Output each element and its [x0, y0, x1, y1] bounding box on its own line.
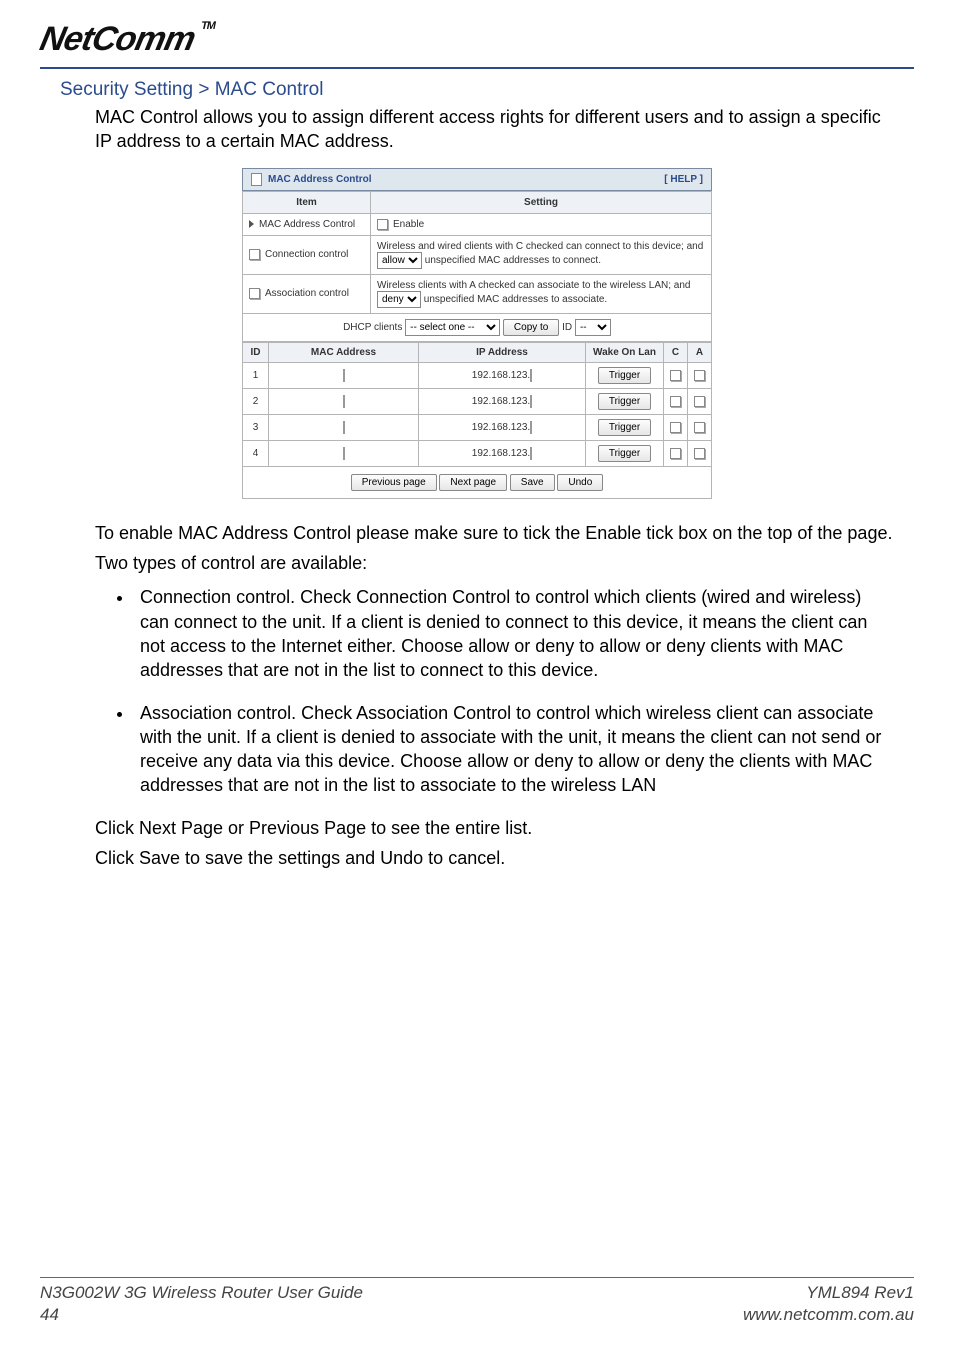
- previous-page-button[interactable]: Previous page: [351, 474, 437, 491]
- a-checkbox[interactable]: [694, 370, 705, 381]
- ip-prefix: 192.168.123.: [472, 370, 530, 381]
- next-page-button[interactable]: Next page: [439, 474, 507, 491]
- grid-h-a: A: [688, 342, 712, 362]
- mac-input[interactable]: [343, 447, 345, 460]
- footer-rule: [40, 1277, 914, 1278]
- paragraph-4: Click Save to save the settings and Undo…: [95, 846, 894, 870]
- grid-h-c: C: [664, 342, 688, 362]
- row-mac-control: MAC Address Control: [243, 213, 371, 235]
- copy-to-button[interactable]: Copy to: [503, 319, 559, 336]
- list-item: Connection control. Check Connection Con…: [134, 585, 894, 682]
- panel-title-bar: MAC Address Control [ HELP ]: [242, 168, 712, 191]
- row-id: 1: [243, 362, 269, 388]
- a-checkbox[interactable]: [694, 448, 705, 459]
- header-rule: [40, 67, 914, 69]
- c-checkbox[interactable]: [670, 422, 681, 433]
- breadcrumb: Security Setting > MAC Control: [60, 79, 914, 101]
- logo-tm: TM: [200, 20, 216, 32]
- help-link[interactable]: [ HELP ]: [664, 174, 703, 185]
- ip-input[interactable]: [530, 447, 532, 460]
- footer-rev: YML894 Rev1: [743, 1282, 914, 1304]
- col-setting: Setting: [371, 191, 712, 213]
- page-footer: N3G002W 3G Wireless Router User Guide 44…: [40, 1277, 914, 1326]
- enable-label: Enable: [393, 219, 424, 230]
- grid-h-wol: Wake On Lan: [586, 342, 664, 362]
- logo-text: NetComm: [37, 20, 199, 58]
- ip-prefix: 192.168.123.: [472, 448, 530, 459]
- ip-prefix: 192.168.123.: [472, 396, 530, 407]
- footer-page: 44: [40, 1304, 363, 1326]
- row-id: 4: [243, 440, 269, 466]
- intro-text: MAC Control allows you to assign differe…: [95, 105, 894, 154]
- enable-checkbox[interactable]: [377, 219, 388, 230]
- table-row: 1 192.168.123. Trigger: [243, 362, 712, 388]
- brand-logo: NetCommTM: [35, 20, 216, 65]
- dhcp-id-select[interactable]: --: [575, 319, 611, 336]
- config-screenshot: MAC Address Control [ HELP ] Item Settin…: [242, 168, 712, 499]
- mac-input[interactable]: [343, 421, 345, 434]
- assoc-text-a: Wireless clients with A checked can asso…: [377, 280, 690, 291]
- mac-control-label: MAC Address Control: [259, 219, 355, 230]
- trigger-button[interactable]: Trigger: [598, 419, 651, 436]
- list-item: Association control. Check Association C…: [134, 701, 894, 798]
- row-association-control: Association control: [243, 274, 371, 313]
- trigger-button[interactable]: Trigger: [598, 393, 651, 410]
- save-button[interactable]: Save: [510, 474, 555, 491]
- paragraph-2: Two types of control are available:: [95, 551, 894, 575]
- mac-grid: ID MAC Address IP Address Wake On Lan C …: [242, 342, 712, 467]
- ip-prefix: 192.168.123.: [472, 422, 530, 433]
- row-id: 3: [243, 414, 269, 440]
- footer-title: N3G002W 3G Wireless Router User Guide: [40, 1282, 363, 1304]
- trigger-button[interactable]: Trigger: [598, 367, 651, 384]
- a-checkbox[interactable]: [694, 422, 705, 433]
- col-item: Item: [243, 191, 371, 213]
- grid-h-ip: IP Address: [419, 342, 586, 362]
- dhcp-id-label: ID: [562, 322, 572, 333]
- connection-checkbox[interactable]: [249, 249, 260, 260]
- paragraph-3: Click Next Page or Previous Page to see …: [95, 816, 894, 840]
- assoc-select[interactable]: deny: [377, 291, 421, 308]
- dhcp-row: DHCP clients -- select one -- Copy to ID…: [242, 314, 712, 342]
- c-checkbox[interactable]: [670, 448, 681, 459]
- c-checkbox[interactable]: [670, 396, 681, 407]
- row-connection-control: Connection control: [243, 235, 371, 274]
- association-checkbox[interactable]: [249, 288, 260, 299]
- ip-input[interactable]: [530, 395, 532, 408]
- conn-select[interactable]: allow: [377, 252, 422, 269]
- footer-url: www.netcomm.com.au: [743, 1304, 914, 1326]
- paragraph-1: To enable MAC Address Control please mak…: [95, 521, 894, 545]
- table-row: 2 192.168.123. Trigger: [243, 388, 712, 414]
- panel-buttons: Previous page Next page Save Undo: [242, 467, 712, 499]
- undo-button[interactable]: Undo: [557, 474, 603, 491]
- row-id: 2: [243, 388, 269, 414]
- mac-input[interactable]: [343, 369, 345, 382]
- grid-h-mac: MAC Address: [269, 342, 419, 362]
- connection-label: Connection control: [265, 249, 348, 260]
- mac-input[interactable]: [343, 395, 345, 408]
- settings-table: Item Setting MAC Address Control Enable …: [242, 191, 712, 314]
- bullet-list: Connection control. Check Connection Con…: [110, 585, 894, 797]
- grid-h-id: ID: [243, 342, 269, 362]
- conn-text-a: Wireless and wired clients with C checke…: [377, 241, 703, 252]
- table-row: 3 192.168.123. Trigger: [243, 414, 712, 440]
- table-row: 4 192.168.123. Trigger: [243, 440, 712, 466]
- association-label: Association control: [265, 288, 349, 299]
- ip-input[interactable]: [530, 369, 532, 382]
- document-icon: [251, 173, 262, 186]
- assoc-text-b: unspecified MAC addresses to associate.: [424, 294, 607, 305]
- dhcp-label: DHCP clients: [343, 322, 402, 333]
- ip-input[interactable]: [530, 421, 532, 434]
- conn-text-b: unspecified MAC addresses to connect.: [425, 255, 601, 266]
- triangle-icon: [249, 220, 254, 228]
- panel-title: MAC Address Control: [268, 174, 372, 185]
- dhcp-select[interactable]: -- select one --: [405, 319, 500, 336]
- a-checkbox[interactable]: [694, 396, 705, 407]
- trigger-button[interactable]: Trigger: [598, 445, 651, 462]
- c-checkbox[interactable]: [670, 370, 681, 381]
